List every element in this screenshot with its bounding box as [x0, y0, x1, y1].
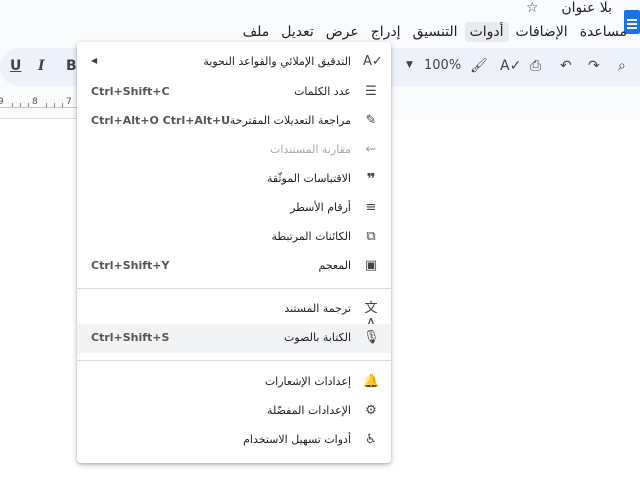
redo-icon[interactable]: ↷	[588, 58, 600, 74]
menu-item-label: أدوات تسهيل الاستخدام	[243, 433, 351, 446]
bell-icon: 🔔	[363, 374, 380, 389]
menu-item-label: ترجمة المستند	[284, 302, 351, 315]
undo-icon[interactable]: ↶	[560, 58, 572, 74]
menu-item-preferences[interactable]: الإعدادات المفضّلة ⚙	[77, 397, 391, 426]
zoom-select[interactable]: 100%	[424, 58, 461, 73]
menu-tools[interactable]: أدوات	[464, 22, 509, 42]
menu-item-label: مراجعة التعديلات المقترحة	[229, 114, 351, 127]
ruler-tick	[20, 103, 21, 107]
line-numbers-icon: ≡	[365, 200, 377, 215]
menu-file[interactable]: ملف	[238, 22, 275, 42]
paint-format-icon[interactable]: 🖌	[470, 58, 488, 74]
menu-item-label: مقارنة المستندات	[270, 143, 351, 156]
compare-icon: ⇜	[365, 142, 377, 157]
spellcheck-icon: A✓	[363, 54, 383, 69]
menu-item-dictionary[interactable]: Ctrl+Shift+Y المعجم ▣	[77, 252, 391, 281]
menu-item-label: أرقام الأسطر	[290, 201, 351, 214]
menu-item-label: التدقيق الإملائي والقواعد النحوية	[203, 55, 351, 68]
ruler-number: 9	[0, 97, 4, 107]
tools-menu: ◀ التدقيق الإملائي والقواعد النحوية A✓ C…	[77, 42, 391, 463]
document-title[interactable]: بلا عنوان	[561, 0, 612, 16]
zoom-caret-icon[interactable]: ▼	[406, 60, 413, 70]
bold-button[interactable]: B	[66, 58, 77, 74]
menu-insert[interactable]: إدراج	[366, 22, 406, 42]
menu-view[interactable]: عرض	[321, 22, 364, 42]
menu-item-citations[interactable]: الاقتباسات الموثّقة ❞	[77, 165, 391, 194]
menu-item-label: الكائنات المرتبطة	[271, 230, 351, 243]
page-edge	[0, 118, 80, 119]
ruler-number: 8	[32, 97, 38, 107]
menu-item-spellcheck[interactable]: ◀ التدقيق الإملائي والقواعد النحوية A✓	[77, 48, 391, 77]
underline-button[interactable]: U	[10, 58, 21, 74]
linked-objects-icon: ⧉	[366, 229, 376, 244]
menu-item-label: الاقتباسات الموثّقة	[267, 172, 351, 185]
menu-item-notification-settings[interactable]: إعدادات الإشعارات 🔔	[77, 368, 391, 397]
menu-item-shortcut: Ctrl+Shift+S	[91, 331, 170, 344]
menu-extensions[interactable]: الإضافات	[511, 22, 573, 42]
menu-item-word-count[interactable]: Ctrl+Shift+C عدد الكلمات ☰	[77, 78, 391, 107]
menu-item-accessibility[interactable]: أدوات تسهيل الاستخدام ♿	[77, 426, 391, 455]
menu-item-line-numbers[interactable]: أرقام الأسطر ≡	[77, 194, 391, 223]
menu-separator	[77, 288, 391, 289]
spellcheck-toolbar-icon[interactable]: A✓	[500, 58, 521, 74]
ruler-tick	[28, 103, 29, 107]
search-icon[interactable]: ⌕	[618, 58, 626, 74]
menu-bar: ملف تعديل عرض إدراج التنسيق أدوات الإضاف…	[238, 22, 632, 42]
italic-button[interactable]: I	[38, 58, 45, 74]
menu-item-shortcut: Ctrl+Shift+C	[91, 85, 170, 98]
dictionary-icon: ▣	[364, 258, 378, 273]
star-icon[interactable]: ☆	[526, 0, 539, 16]
word-count-icon: ☰	[365, 84, 377, 99]
menu-help[interactable]: مساعدة	[575, 22, 632, 42]
menu-item-review-edits[interactable]: Ctrl+Alt+O Ctrl+Alt+U مراجعة التعديلات ا…	[77, 107, 391, 136]
accessibility-icon: ♿	[365, 432, 377, 447]
ruler-tick	[46, 103, 47, 107]
submenu-arrow-icon: ◀	[91, 56, 98, 65]
menu-item-linked-objects[interactable]: الكائنات المرتبطة ⧉	[77, 223, 391, 252]
menu-item-label: عدد الكلمات	[294, 85, 351, 98]
menu-format[interactable]: التنسيق	[408, 22, 463, 42]
ruler-number: 7	[66, 97, 72, 107]
menu-item-shortcut: Ctrl+Alt+O Ctrl+Alt+U	[91, 114, 231, 127]
preferences-icon: ⚙	[365, 403, 377, 418]
menu-item-translate[interactable]: ترجمة المستند 文A	[77, 295, 391, 332]
ruler-tick	[62, 103, 63, 107]
docs-window: بلا عنوان ☆ ملف تعديل عرض إدراج التنسيق …	[0, 0, 640, 499]
ruler-tick	[54, 103, 55, 107]
microphone-icon: 🎙	[363, 330, 380, 345]
menu-item-label: الكتابة بالصوت	[284, 331, 351, 344]
print-icon[interactable]: ⎙	[530, 58, 541, 74]
menu-item-label: إعدادات الإشعارات	[264, 375, 351, 388]
translate-icon: 文A	[364, 301, 378, 332]
review-edits-icon: ✎	[365, 113, 377, 128]
menu-item-compare-documents: مقارنة المستندات ⇜	[77, 136, 391, 165]
menu-edit[interactable]: تعديل	[276, 22, 319, 42]
ruler-tick	[12, 103, 13, 107]
menu-item-label: المعجم	[318, 259, 352, 272]
menu-separator	[77, 360, 391, 361]
quote-icon: ❞	[366, 170, 376, 188]
menu-item-voice-typing[interactable]: Ctrl+Shift+S الكتابة بالصوت 🎙	[77, 324, 391, 353]
menu-item-shortcut: Ctrl+Shift+Y	[91, 259, 170, 272]
ruler-strip: 9 8 7	[0, 94, 80, 108]
menu-item-label: الإعدادات المفضّلة	[267, 404, 351, 417]
